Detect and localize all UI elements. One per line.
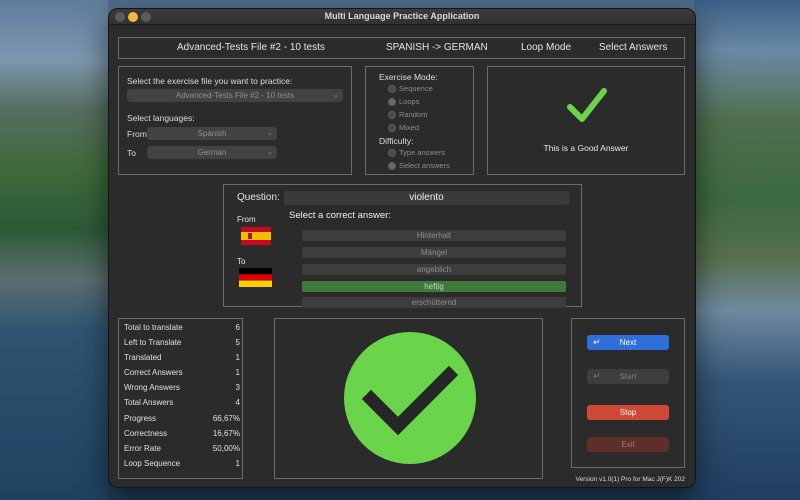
- header-select-answers: Select Answers: [599, 42, 668, 53]
- stat-label: Correct Answers: [124, 368, 183, 377]
- header-loop-mode: Loop Mode: [521, 42, 572, 53]
- mode-loops-label: Loops: [399, 97, 420, 106]
- statistics-panel: Total to translate 6 Left to Translate 5 T…: [118, 318, 243, 479]
- difficulty-type-answers-label: Type answers: [399, 148, 446, 157]
- select-languages-label: Select languages:: [127, 113, 195, 123]
- radio-type-answers[interactable]: [388, 149, 396, 157]
- file-language-panel: Select the exercise file you want to pra…: [118, 66, 352, 175]
- next-button-label: Next: [619, 338, 637, 347]
- stat-label: Left to Translate: [124, 338, 182, 347]
- chevron-down-icon: ⌄: [267, 149, 273, 156]
- title-bar: Multi Language Practice Application: [109, 9, 695, 25]
- stat-row: Loop Sequence 1: [124, 459, 240, 468]
- header-language-direction: SPANISH -> GERMAN: [386, 42, 488, 53]
- exercise-mode-label: Exercise Mode:: [379, 72, 438, 82]
- version-label: Version v1.0(1) Pro for Mac J(F)K 202: [575, 476, 685, 483]
- stat-label: Total to translate: [124, 323, 183, 332]
- start-button[interactable]: ↵ Start: [587, 369, 669, 384]
- stat-value: 50,00%: [212, 444, 240, 453]
- stat-label: Translated: [124, 353, 162, 362]
- next-button[interactable]: ↵ Next: [587, 335, 669, 350]
- from-language-value: Spanish: [197, 129, 227, 138]
- stat-row: Error Rate 50,00%: [124, 444, 240, 453]
- chevron-down-icon: ⌄: [333, 92, 339, 99]
- exit-button[interactable]: Exit: [587, 437, 669, 452]
- return-icon: ↵: [593, 337, 601, 347]
- stat-value: 1: [235, 353, 240, 362]
- desktop-wallpaper-right: [694, 0, 800, 500]
- question-word-field: violento: [284, 191, 569, 205]
- spain-flag-icon: [241, 227, 271, 245]
- stat-label: Wrong Answers: [124, 383, 180, 392]
- from-flag-label: From: [237, 215, 256, 224]
- stat-label: Error Rate: [124, 444, 161, 453]
- to-language-value: German: [197, 148, 227, 157]
- mode-mixed-label: Mixed: [399, 123, 420, 132]
- stat-row: Progress 66,67%: [124, 414, 240, 423]
- answer-option-5[interactable]: erschütternd: [302, 297, 566, 308]
- to-flag-label: To: [237, 257, 246, 266]
- select-answer-prompt: Select a correct answer:: [289, 210, 391, 221]
- question-panel: Question: violento From To Select a corr…: [223, 184, 582, 308]
- stat-row: Correctness 16,67%: [124, 429, 240, 438]
- answer-option-1[interactable]: Hinterhalt: [302, 230, 566, 241]
- radio-mixed[interactable]: [388, 124, 396, 132]
- header-file-name: Advanced-Tests File #2 - 10 tests: [177, 42, 325, 53]
- chevron-down-icon: ⌄: [267, 130, 273, 137]
- answer-option-2[interactable]: Mängel: [302, 247, 566, 258]
- stat-value: 16,67%: [212, 429, 240, 438]
- difficulty-select-answers-label: Select answers: [399, 161, 450, 170]
- feedback-message: This is a Good Answer: [543, 143, 629, 153]
- stat-value: 66,67%: [212, 414, 240, 423]
- radio-select-answers-selected[interactable]: [388, 162, 396, 170]
- exercise-file-dropdown[interactable]: Advanced-Tests File #2 - 10 tests ⌄: [127, 89, 343, 102]
- stat-row: Wrong Answers 3: [124, 383, 240, 392]
- stat-value: 1: [235, 368, 240, 377]
- stat-row: Total Answers 4: [124, 398, 240, 407]
- stat-row: Left to Translate 5: [124, 338, 240, 347]
- desktop-wallpaper-left: [0, 0, 108, 500]
- question-label: Question:: [237, 192, 280, 203]
- from-language-label: From: [127, 129, 147, 139]
- stat-label: Progress: [124, 414, 157, 423]
- stat-value: 1: [235, 459, 240, 468]
- exercise-mode-panel: Exercise Mode: Sequence Loops Random Mix…: [365, 66, 474, 175]
- app-window: Multi Language Practice Application Adva…: [108, 8, 696, 488]
- to-language-label: To: [127, 148, 136, 158]
- window-title: Multi Language Practice Application: [324, 11, 480, 21]
- big-checkmark-icon: [344, 332, 476, 464]
- stat-value: 4: [235, 398, 240, 407]
- from-language-dropdown[interactable]: Spanish ⌄: [147, 127, 277, 140]
- stat-value: 5: [235, 338, 240, 347]
- return-icon: ↵: [593, 371, 601, 381]
- start-button-label: Start: [619, 372, 637, 381]
- result-panel: [274, 318, 543, 479]
- controls-panel: ↵ Next ↵ Start Stop Exit: [571, 318, 685, 468]
- radio-sequence[interactable]: [388, 85, 396, 93]
- germany-flag-icon: [239, 268, 272, 287]
- stat-value: 3: [235, 383, 240, 392]
- header-info-bar: Advanced-Tests File #2 - 10 tests SPANIS…: [118, 37, 685, 59]
- stat-row: Total to translate 6: [124, 323, 240, 332]
- exercise-file-value: Advanced-Tests File #2 - 10 tests: [175, 91, 295, 100]
- answer-option-4-correct[interactable]: heftig: [302, 281, 566, 292]
- checkmark-icon: [567, 88, 607, 122]
- stat-value: 6: [235, 323, 240, 332]
- stat-label: Loop Sequence: [124, 459, 181, 468]
- radio-random[interactable]: [388, 111, 396, 119]
- stop-button[interactable]: Stop: [587, 405, 669, 420]
- to-language-dropdown[interactable]: German ⌄: [147, 146, 277, 159]
- stat-row: Correct Answers 1: [124, 368, 240, 377]
- stat-row: Translated 1: [124, 353, 240, 362]
- answer-option-3[interactable]: angeblich: [302, 264, 566, 275]
- mode-sequence-label: Sequence: [399, 84, 433, 93]
- select-file-label: Select the exercise file you want to pra…: [127, 76, 293, 86]
- difficulty-label: Difficulty:: [379, 136, 414, 146]
- stat-label: Total Answers: [124, 398, 174, 407]
- radio-loops-selected[interactable]: [388, 98, 396, 106]
- feedback-panel: This is a Good Answer: [487, 66, 685, 175]
- mode-random-label: Random: [399, 110, 428, 119]
- stat-label: Correctness: [124, 429, 168, 438]
